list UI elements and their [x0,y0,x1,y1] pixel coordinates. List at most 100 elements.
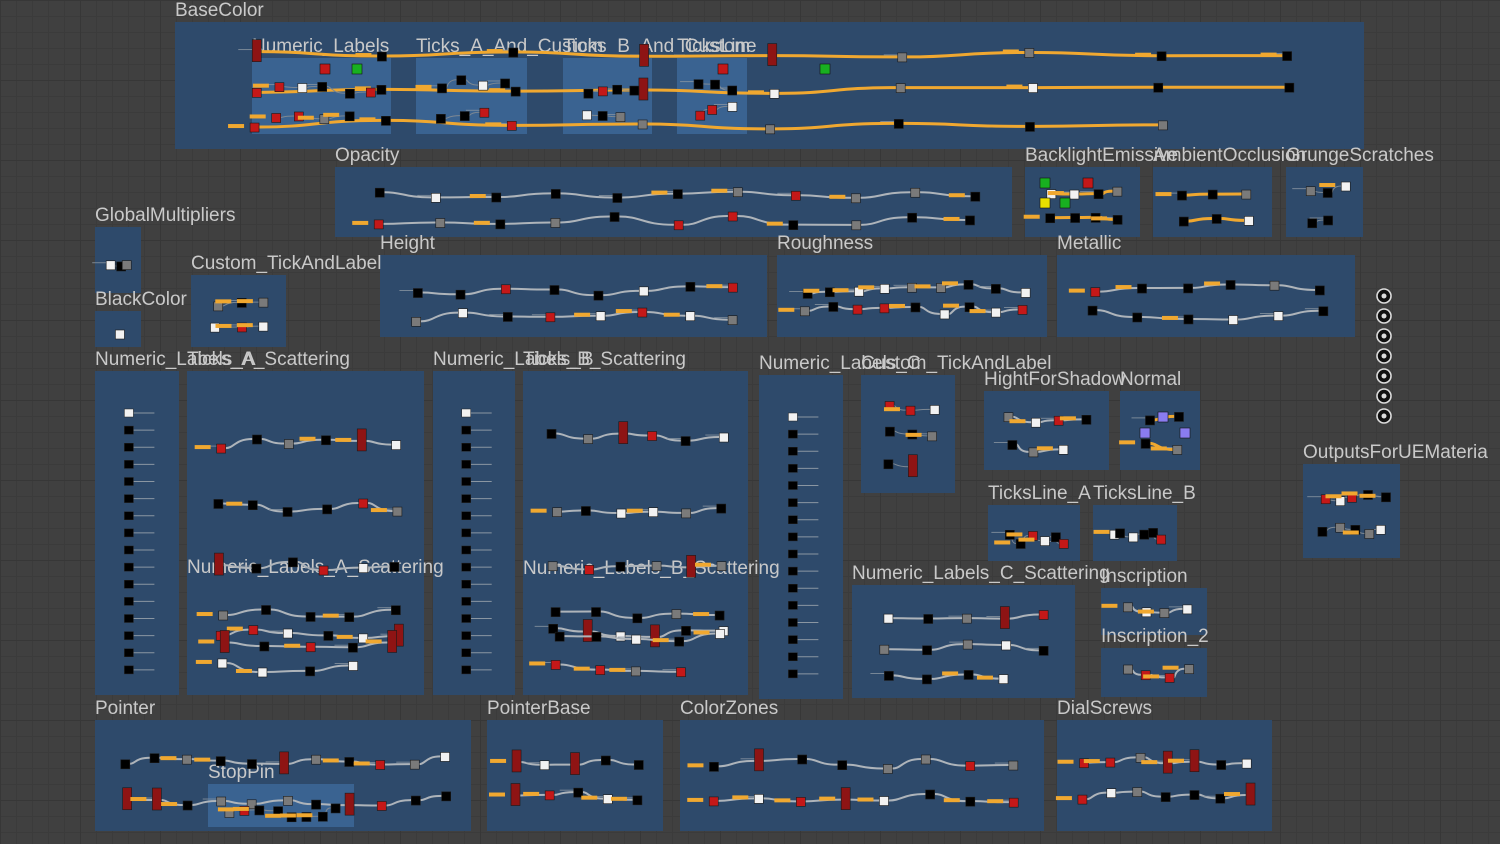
parameter-node[interactable] [948,193,965,198]
graph-node[interactable] [1028,447,1039,458]
graph-node[interactable] [1139,529,1150,540]
parameter-node[interactable] [160,756,177,761]
graph-node[interactable] [582,110,592,121]
graph-node[interactable] [1216,760,1227,770]
graph-node[interactable] [437,83,447,94]
graph-node[interactable] [216,443,226,454]
graph-node[interactable] [546,429,557,439]
graph-node[interactable] [632,795,643,806]
graph-node[interactable] [837,760,848,770]
graph-node[interactable] [1284,82,1295,93]
graph-node[interactable] [506,121,517,131]
graph-node[interactable] [549,285,560,295]
output-node[interactable] [461,477,471,486]
graph-node[interactable] [1008,797,1019,808]
parameter-node[interactable] [687,763,704,768]
graph-node[interactable] [252,434,262,445]
parameter-node[interactable] [217,807,234,812]
graph-node[interactable] [1153,82,1164,93]
output-node[interactable] [788,566,798,576]
graph-node[interactable] [1087,305,1098,316]
graph-node[interactable] [321,435,331,446]
graph-node[interactable] [554,631,565,642]
graph-node[interactable] [791,190,801,201]
parameter-node[interactable] [485,122,502,127]
graph-node[interactable] [908,454,918,478]
graph-node[interactable] [381,116,391,126]
parameter-node[interactable] [353,761,370,766]
graph-node[interactable] [1159,608,1170,618]
graph-node[interactable] [271,113,281,123]
parameter-node[interactable] [322,613,339,618]
graph-node[interactable] [216,796,227,807]
graph-node[interactable] [1315,285,1325,296]
graph-node[interactable] [851,193,861,204]
parameter-node[interactable] [687,797,704,802]
graph-node[interactable] [970,191,981,202]
parameter-node[interactable] [663,312,680,317]
graph-node[interactable] [356,428,367,452]
parameter-node[interactable] [1093,529,1110,534]
graph-node[interactable] [674,636,684,647]
output-node[interactable] [124,477,134,486]
graph-node[interactable] [1038,646,1049,656]
graph-node[interactable] [435,218,446,228]
graph-node[interactable] [1090,287,1101,297]
graph-node[interactable] [1183,283,1193,294]
graph-node[interactable] [1245,782,1256,806]
parameter-node[interactable] [236,323,253,328]
parameter-node[interactable] [1018,537,1035,542]
parameter-node[interactable] [732,795,749,800]
graph-node[interactable] [214,552,224,576]
output-node[interactable] [788,635,798,644]
graph-node[interactable] [673,189,683,199]
output-node[interactable] [788,669,798,679]
graph-node[interactable] [283,628,293,639]
parameter-node[interactable] [489,88,506,93]
graph-node[interactable] [283,796,293,806]
graph-node[interactable] [695,110,706,121]
parameter-node[interactable] [1059,416,1076,421]
graph-node[interactable] [581,506,591,516]
graph-node[interactable] [923,614,934,624]
graph-node[interactable] [358,498,369,509]
graph-node[interactable] [217,658,228,669]
parameter-node[interactable] [322,758,339,763]
parameter-node[interactable] [215,299,232,304]
graph-node[interactable] [718,432,729,443]
graph-node[interactable] [1123,664,1133,675]
graph-node[interactable] [348,661,358,671]
parameter-node[interactable] [232,806,249,811]
graph-node[interactable] [510,86,521,97]
parameter-node[interactable] [1150,446,1167,451]
graph-node[interactable] [1081,415,1092,425]
graph-node[interactable] [1000,606,1010,629]
graph-node[interactable] [648,507,659,518]
graph-node[interactable] [638,77,649,101]
graph-node[interactable] [796,797,806,807]
graph-node[interactable] [715,629,725,639]
parameter-node[interactable] [249,114,266,119]
output-node[interactable] [461,545,471,555]
graph-node[interactable] [732,187,743,198]
parameter-node[interactable] [942,671,959,676]
color-node[interactable] [319,63,331,75]
graph-node[interactable] [508,47,519,58]
graph-node[interactable] [1077,794,1088,805]
color-node[interactable] [1157,411,1169,423]
graph-node[interactable] [616,508,627,519]
graph-node[interactable] [591,632,602,642]
output-node[interactable] [124,511,134,520]
parameter-node[interactable] [969,309,986,314]
graph-node[interactable] [1045,213,1055,224]
graph-node[interactable] [550,607,561,617]
graph-node[interactable] [647,431,657,441]
graph-node[interactable] [121,260,132,270]
parameter-node[interactable] [747,90,764,95]
output-node[interactable] [788,447,798,456]
graph-node[interactable] [1207,189,1218,200]
graph-node[interactable] [925,789,935,800]
graph-node[interactable] [358,563,369,573]
graph-node[interactable] [1318,306,1329,317]
graph-node[interactable] [251,563,262,574]
